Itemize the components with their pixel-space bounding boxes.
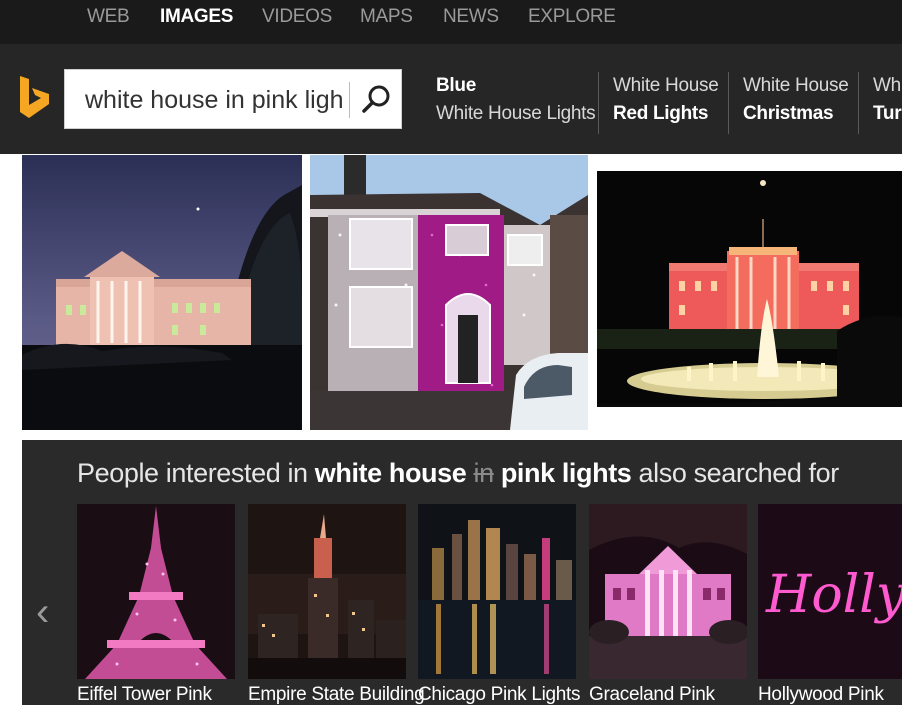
search-divider	[349, 82, 350, 118]
tab-maps[interactable]: MAPS	[360, 6, 413, 28]
related-card-graceland-pink[interactable]	[589, 504, 747, 679]
related-search-blue-white-house-lights[interactable]: Blue White House Lights	[436, 72, 596, 130]
search-icon[interactable]	[358, 82, 394, 118]
house-pink-lights-image	[310, 155, 588, 430]
related-card-eiffel-tower-pink[interactable]	[77, 504, 235, 679]
search-input[interactable]	[85, 82, 343, 118]
related-separator	[728, 72, 729, 134]
related-line2: White House Lights	[436, 103, 596, 124]
search-box	[64, 69, 402, 129]
title-struck-word: in	[473, 458, 495, 488]
tab-explore[interactable]: EXPLORE	[528, 6, 616, 28]
white-house-dusk-image	[22, 155, 302, 430]
tab-web[interactable]: WEB	[87, 6, 130, 28]
empire-state-building-image	[248, 504, 406, 679]
related-caption[interactable]: Empire State Building	[248, 684, 425, 706]
people-also-searched-title: People interested in white house in pink…	[77, 458, 839, 489]
image-result-2[interactable]	[310, 155, 588, 430]
related-caption[interactable]: Eiffel Tower Pink	[77, 684, 212, 706]
hollywood-pink-image: Hollyw	[758, 504, 902, 679]
people-also-searched: People interested in white house in pink…	[22, 440, 902, 705]
hollywood-neon-sign-text: Hollyw	[765, 565, 902, 625]
related-line2: Tur	[873, 103, 902, 124]
related-caption[interactable]: Chicago Pink Lights	[418, 684, 581, 706]
related-line2: Christmas	[743, 103, 834, 124]
related-card-empire-state-building[interactable]	[248, 504, 406, 679]
related-line2: Red Lights	[613, 103, 709, 124]
image-result-1[interactable]	[22, 155, 302, 430]
related-separator	[598, 72, 599, 134]
white-house-red-fountain-image	[597, 171, 902, 407]
related-card-hollywood-pink[interactable]: Hollyw	[758, 504, 902, 679]
related-search-truncated[interactable]: Whi Tur	[873, 72, 902, 130]
search-header: Blue White House Lights White House Red …	[0, 44, 902, 154]
title-term2: pink lights	[500, 458, 632, 488]
eiffel-tower-pink-image	[77, 504, 235, 679]
image-result-3[interactable]	[597, 171, 902, 407]
related-line1: White House	[743, 75, 849, 96]
related-card-chicago-pink-lights[interactable]	[418, 504, 576, 679]
title-term1: white house	[314, 458, 467, 488]
tab-images[interactable]: IMAGES	[160, 6, 233, 28]
related-search-white-house-christmas[interactable]: White House Christmas	[743, 72, 849, 130]
chicago-pink-lights-image	[418, 504, 576, 679]
related-line1: Whi	[873, 75, 902, 96]
related-line1: White House	[613, 75, 719, 96]
tab-videos[interactable]: VIDEOS	[262, 6, 332, 28]
bing-logo[interactable]	[18, 74, 52, 120]
title-suffix: also searched for	[631, 458, 840, 488]
chevron-left-icon[interactable]: ‹	[36, 590, 49, 635]
related-separator	[858, 72, 859, 134]
related-caption[interactable]: Hollywood Pink	[758, 684, 884, 706]
related-line1: Blue	[436, 75, 476, 96]
related-caption[interactable]: Graceland Pink	[589, 684, 715, 706]
title-prefix: People interested in	[77, 458, 315, 488]
top-nav: WEB IMAGES VIDEOS MAPS NEWS EXPLORE	[0, 0, 902, 44]
graceland-pink-image	[589, 504, 747, 679]
tab-news[interactable]: NEWS	[443, 6, 499, 28]
related-search-white-house-red-lights[interactable]: White House Red Lights	[613, 72, 719, 130]
